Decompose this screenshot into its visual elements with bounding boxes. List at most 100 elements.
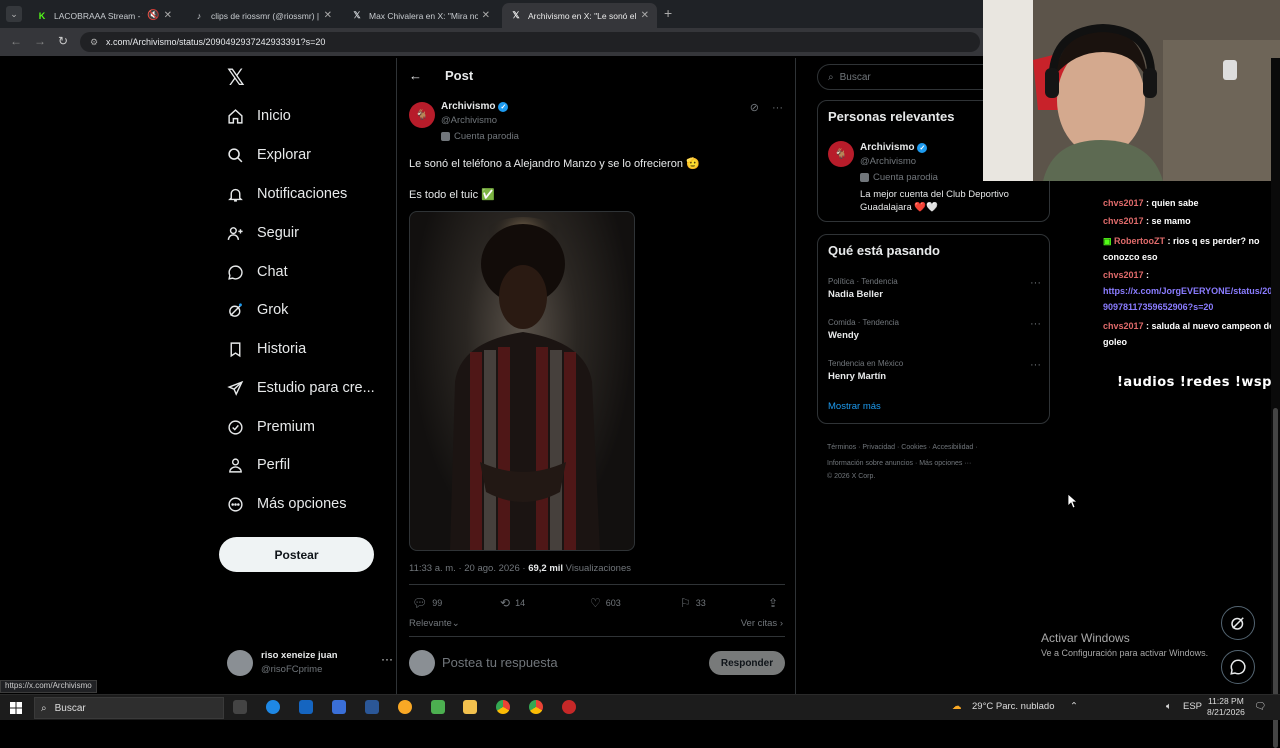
mute-icon[interactable]: 🔇 <box>147 10 159 21</box>
nav-item-historia[interactable]: Historia <box>227 333 306 365</box>
stream-chat: chvs2017 : quien sabe chvs2017 : se mamo… <box>1097 185 1280 485</box>
share-button[interactable]: ⇪ <box>768 596 783 610</box>
grok-icon <box>229 302 242 317</box>
x-logo-icon[interactable]: 𝕏 <box>227 66 251 91</box>
browser-tab-active[interactable]: 𝕏 Archivismo en X: "Le sonó el tel ✕ <box>502 3 657 28</box>
kick-icon: K <box>38 10 46 21</box>
notepad-icon[interactable] <box>431 700 445 714</box>
more-dots-icon[interactable]: ··· <box>1030 318 1041 330</box>
relevant-name[interactable]: Archivismo ✓ <box>860 142 928 153</box>
bookmark-button[interactable]: ⚐ 33 <box>680 596 706 610</box>
author-avatar[interactable]: 🐐 <box>409 102 435 128</box>
chat-message: chvs2017 : quien sabe <box>1103 198 1199 208</box>
notifications-icon[interactable]: 🗨︎ <box>1254 701 1266 712</box>
divider <box>409 636 785 637</box>
activate-windows-subtitle: Ve a Configuración para activar Windows. <box>1041 648 1209 658</box>
browser-tab[interactable]: K LACOBRAAA Stream - Wat 🔇 ✕ <box>28 3 180 28</box>
trend-item[interactable]: Comida · Tendencia Wendy ··· <box>828 318 1041 341</box>
browser-tab[interactable]: 𝕏 Max Chivalera en X: "Mira nom ✕ <box>343 3 498 28</box>
trend-item[interactable]: Política · Tendencia Nadia Beller ··· <box>828 277 1041 300</box>
chrome-icon[interactable] <box>496 700 510 714</box>
reply-icon: 💬︎ <box>412 596 428 610</box>
store-icon[interactable] <box>332 700 346 714</box>
reply-input[interactable]: Postea tu respuesta <box>442 655 558 670</box>
windows-start-icon[interactable] <box>10 702 22 714</box>
close-tab-icon[interactable]: ✕ <box>641 10 649 21</box>
more-dots-icon[interactable]: ··· <box>772 102 783 114</box>
bookmark-icon: ⚐ <box>680 596 691 610</box>
more-dots-icon[interactable]: ··· <box>1030 359 1041 371</box>
sort-dropdown[interactable]: Relevante⌄ <box>409 618 460 629</box>
repost-button[interactable]: ⟲ 14 <box>500 596 525 610</box>
person-icon <box>229 457 242 473</box>
parody-mask-icon <box>441 132 450 141</box>
forward-arrow-icon[interactable]: → <box>34 34 46 48</box>
messages-fab-button[interactable] <box>1221 650 1255 684</box>
clock[interactable]: 11:28 PM 8/21/2026 <box>1207 696 1245 718</box>
app-icon[interactable] <box>398 700 412 714</box>
site-info-icon[interactable]: ⚙ <box>90 37 100 47</box>
tray-chevron-icon[interactable]: ⌃ <box>1070 701 1078 712</box>
tab-list-chevron-icon[interactable]: ⌄ <box>6 6 22 22</box>
post-text-2: Es todo el tuic ✅ <box>409 189 495 201</box>
reply-count-button[interactable]: 💬︎ 99 <box>412 596 442 610</box>
vscode-icon[interactable] <box>365 700 379 714</box>
edge-icon[interactable] <box>266 700 280 714</box>
grok-fab-button[interactable] <box>1221 606 1255 640</box>
like-button[interactable]: ♡ 603 <box>590 596 621 610</box>
browser-tab[interactable]: ♪ clips de riossmr (@riossmr) | ✕ <box>185 3 340 28</box>
task-view-icon[interactable] <box>233 700 247 714</box>
nav-item-chat[interactable]: Chat <box>227 256 288 288</box>
nav-item-explorar[interactable]: Explorar <box>227 139 311 171</box>
back-arrow-icon[interactable]: ← <box>409 68 425 83</box>
chrome-icon[interactable] <box>529 700 543 714</box>
mail-icon[interactable] <box>299 700 313 714</box>
back-arrow-icon[interactable]: ← <box>10 34 22 48</box>
author-name[interactable]: Archivismo ✓ <box>441 101 509 112</box>
chat-link[interactable]: https://x.com/JorgEVERYONE/status/209097… <box>1103 283 1275 315</box>
scrollbar[interactable] <box>1271 58 1280 748</box>
view-quotes-link[interactable]: Ver citas › <box>741 618 783 629</box>
verified-badge-icon: ✓ <box>498 101 509 112</box>
nav-item-premium[interactable]: Premium <box>227 411 315 443</box>
trend-item[interactable]: Tendencia en México Henry Martín ··· <box>828 359 1041 382</box>
nav-item-perfil[interactable]: Perfil <box>227 449 290 481</box>
reload-icon[interactable]: ↻ <box>58 34 68 48</box>
url-field[interactable]: ⚙ x.com/Archivismo/status/20904929372429… <box>80 32 980 52</box>
more-dots-icon[interactable]: ··· <box>381 652 393 666</box>
chevron-right-icon: › <box>779 618 783 629</box>
nav-item-inicio[interactable]: Inicio <box>227 100 291 132</box>
nav-item-estudio[interactable]: Estudio para cre... <box>227 372 375 404</box>
post-image[interactable] <box>409 211 635 551</box>
account-switcher[interactable]: riso xeneize juan @risoFCprime ··· <box>227 650 397 686</box>
post-button[interactable]: Postear <box>219 537 374 572</box>
author-handle[interactable]: @Archivismo <box>441 115 497 126</box>
nav-item-notificaciones[interactable]: Notificaciones <box>227 178 347 210</box>
close-tab-icon[interactable]: ✕ <box>482 10 490 21</box>
volume-icon[interactable]: 🔈︎ <box>1166 701 1172 712</box>
file-explorer-icon[interactable] <box>463 700 477 714</box>
new-tab-button[interactable]: + <box>664 5 672 21</box>
footer-links: Términos · Privacidad · Cookies · Accesi… <box>827 444 978 480</box>
close-tab-icon[interactable]: ✕ <box>164 10 172 21</box>
more-dots-icon[interactable]: ··· <box>1030 277 1041 289</box>
grok-icon[interactable]: ⊘ <box>750 102 759 114</box>
parody-label: Cuenta parodia <box>860 172 938 183</box>
trends-card: Qué está pasando Política · Tendencia Na… <box>817 234 1050 424</box>
close-tab-icon[interactable]: ✕ <box>324 10 332 21</box>
x-icon: 𝕏 <box>353 10 361 20</box>
show-more-link[interactable]: Mostrar más <box>828 401 881 412</box>
nav-item-mas-opciones[interactable]: Más opciones <box>227 488 346 520</box>
chat-message: ▣ RobertooZT : rios q es perder? no cono… <box>1103 236 1260 262</box>
taskbar-search[interactable]: ⌕ Buscar <box>34 697 224 719</box>
app-icon[interactable] <box>562 700 576 714</box>
grok-icon <box>1231 617 1244 630</box>
weather-text[interactable]: 29°C Parc. nublado <box>972 701 1055 712</box>
language-indicator[interactable]: ESP <box>1183 701 1202 712</box>
reply-button[interactable]: Responder <box>709 651 785 675</box>
avatar[interactable]: 🐐 <box>828 141 854 167</box>
x-icon: 𝕏 <box>512 10 520 20</box>
nav-item-grok[interactable]: Grok <box>227 294 288 326</box>
nav-item-seguir[interactable]: Seguir <box>227 217 299 249</box>
chat-message: chvs2017 : <box>1103 270 1150 280</box>
